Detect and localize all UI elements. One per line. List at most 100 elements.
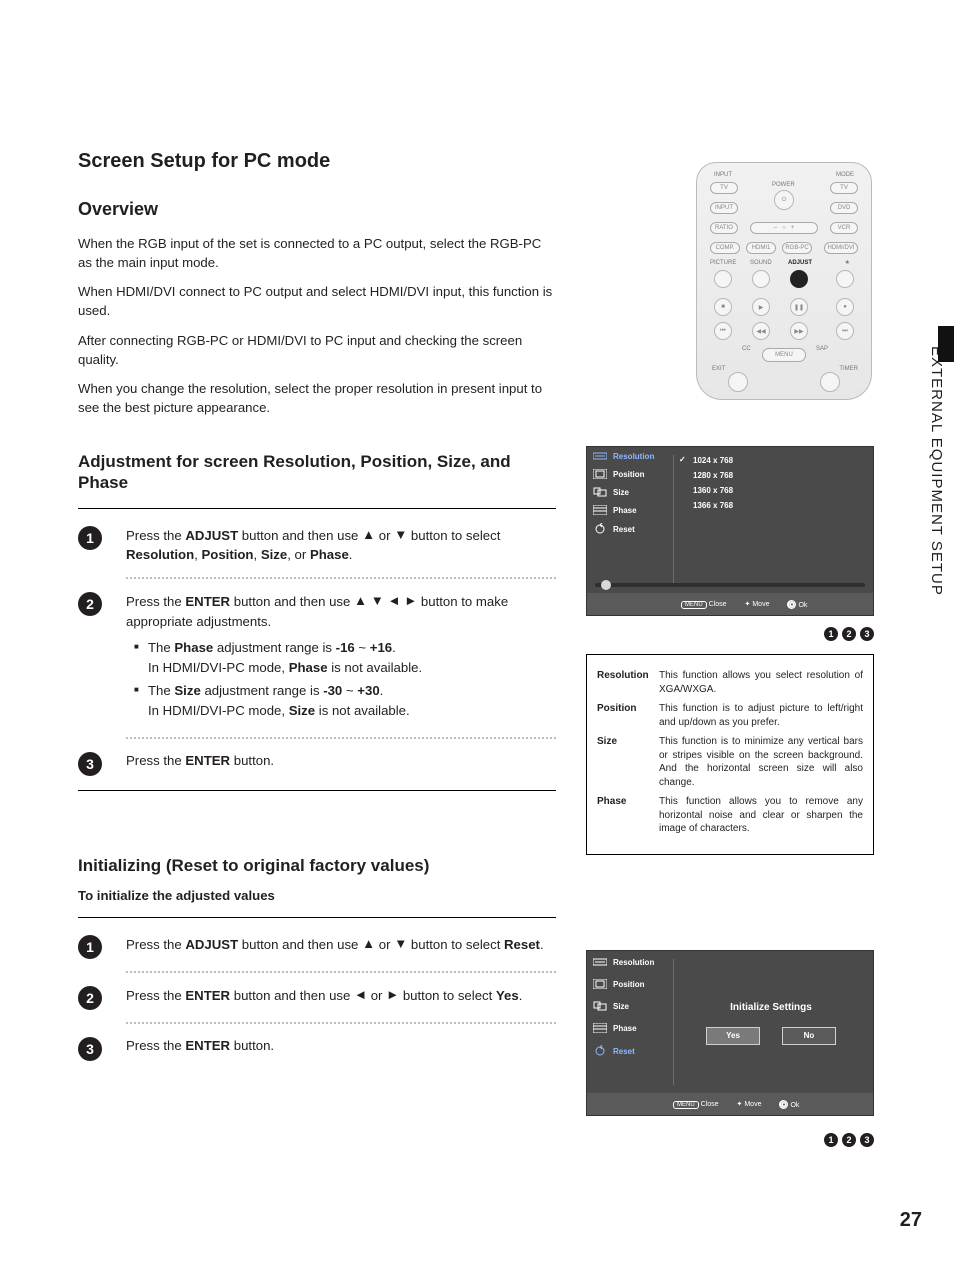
adjust-step-3-text: Press the ENTER button. xyxy=(126,751,556,776)
def-size-key: Size xyxy=(597,735,653,789)
remote-label-picture: PICTURE xyxy=(710,260,736,266)
up-triangle-icon: ▲ xyxy=(362,525,375,545)
remote-ratio-button: RATIO xyxy=(710,222,738,234)
remote-label-mode: MODE xyxy=(836,172,854,178)
adjust-step-2-text: Press the ENTER button and then use ▲ ▼ … xyxy=(126,591,556,725)
adjust-step-3: 3 Press the ENTER button. xyxy=(78,751,556,776)
step-marker-1: 1 xyxy=(78,526,102,550)
step-marker-3: 3 xyxy=(78,1037,102,1061)
osd2-nav-position: Position xyxy=(587,973,673,995)
overview-p4: When you change the resolution, select t… xyxy=(78,379,556,417)
init-step-1: 1 Press the ADJUST button and then use ▲… xyxy=(78,934,556,959)
remote-label-power: POWER xyxy=(772,182,795,188)
def-resolution-val: This function allows you select resoluti… xyxy=(659,669,863,696)
remote-label-star: ★ xyxy=(845,260,850,266)
page-number: 27 xyxy=(900,1209,922,1232)
osd-nav-reset: Reset xyxy=(587,519,673,539)
init-step-2-text: Press the ENTER button and then use ◄ or… xyxy=(126,985,556,1010)
step-ref-row-2: 123 xyxy=(586,1130,874,1148)
dotted-divider xyxy=(126,737,556,739)
osd-option-1360: 1360 x 768 xyxy=(679,483,863,498)
step-marker-2: 2 xyxy=(78,592,102,616)
remote-exit-button xyxy=(728,372,748,392)
up-triangle-icon: ▲ xyxy=(362,934,375,954)
osd2-no-button: No xyxy=(782,1027,836,1045)
left-triangle-icon: ◄ xyxy=(387,591,400,611)
remote-label-input: INPUT xyxy=(714,172,732,178)
remote-star-button xyxy=(836,270,854,288)
osd-nav-position: Position xyxy=(587,465,673,483)
down-triangle-icon: ▼ xyxy=(394,525,407,545)
remote-stop-button: ■ xyxy=(714,298,732,316)
remote-hdmi1-button: HDMI1 xyxy=(746,242,776,254)
osd2-nav-size: Size xyxy=(587,995,673,1017)
remote-label-cc: CC xyxy=(742,346,751,352)
remote-sound-button xyxy=(752,270,770,288)
remote-rec-button: ● xyxy=(836,298,854,316)
remote-vol-rocker: – ○ + xyxy=(750,222,818,234)
remote-dvd-button: DVD xyxy=(830,202,858,214)
osd2-footer: MENU Close ✦ Move ⦿Ok xyxy=(587,1093,873,1115)
overview-p1: When the RGB input of the set is connect… xyxy=(78,234,556,272)
step-marker-3: 3 xyxy=(78,752,102,776)
remote-play-button: ▶ xyxy=(752,298,770,316)
overview-p2: When HDMI/DVI connect to PC output and s… xyxy=(78,282,556,320)
def-resolution-key: Resolution xyxy=(597,669,653,696)
left-triangle-icon: ◄ xyxy=(354,985,367,1005)
def-position-key: Position xyxy=(597,702,653,729)
remote-label-exit: EXIT xyxy=(712,366,725,372)
osd-nav-phase: Phase xyxy=(587,501,673,519)
section-rule xyxy=(78,790,556,791)
thumb-index-mark xyxy=(938,326,954,362)
osd-option-1366: 1366 x 768 xyxy=(679,498,863,513)
right-triangle-icon: ► xyxy=(386,985,399,1005)
remote-rgbpc-button: RGB-PC xyxy=(782,242,812,254)
step-marker-2: 2 xyxy=(78,986,102,1010)
down-triangle-icon: ▼ xyxy=(394,934,407,954)
remote-menu-button: MENU xyxy=(762,348,806,362)
remote-prev-button: ⏮ xyxy=(714,322,732,340)
def-position-val: This function is to adjust picture to le… xyxy=(659,702,863,729)
remote-pause-button: ❚❚ xyxy=(790,298,808,316)
page-title: Screen Setup for PC mode xyxy=(78,150,556,173)
osd-nav-resolution: Resolution xyxy=(587,447,673,465)
up-triangle-icon: ▲ xyxy=(354,591,367,611)
remote-picture-button xyxy=(714,270,732,288)
adjust-heading: Adjustment for screen Resolution, Positi… xyxy=(78,451,556,494)
osd-option-1280: 1280 x 768 xyxy=(679,468,863,483)
remote-rew-button: ◀◀ xyxy=(752,322,770,340)
osd2-dialog-title: Initialize Settings xyxy=(730,1002,812,1013)
osd-resolution-screenshot: Resolution Position Size Phase Reset 102… xyxy=(586,446,874,616)
remote-label-timer: TIMER xyxy=(839,366,858,372)
remote-vcr-button: VCR xyxy=(830,222,858,234)
side-tab-label: EXTERNAL EQUIPMENT SETUP xyxy=(918,338,945,596)
init-step-1-text: Press the ADJUST button and then use ▲ o… xyxy=(126,934,556,959)
init-heading: Initializing (Reset to original factory … xyxy=(78,855,556,876)
osd-reset-screenshot: Resolution Position Size Phase Reset Ini… xyxy=(586,950,874,1116)
side-tab: EXTERNAL EQUIPMENT SETUP xyxy=(918,338,954,598)
init-step-3-text: Press the ENTER button. xyxy=(126,1036,556,1061)
init-step-3: 3 Press the ENTER button. xyxy=(78,1036,556,1061)
phase-range-note: The Phase adjustment range is -16 ~ +16.… xyxy=(134,638,556,678)
init-subhead: To initialize the adjusted values xyxy=(78,888,556,903)
size-range-note: The Size adjustment range is -30 ~ +30. … xyxy=(134,681,556,721)
osd2-yes-button: Yes xyxy=(706,1027,760,1045)
osd-slider xyxy=(595,583,865,587)
adjust-step-1-text: Press the ADJUST button and then use ▲ o… xyxy=(126,525,556,566)
remote-timer-button xyxy=(820,372,840,392)
remote-ff-button: ▶▶ xyxy=(790,322,808,340)
remote-comp-button: COMP. xyxy=(710,242,740,254)
init-step-2: 2 Press the ENTER button and then use ◄ … xyxy=(78,985,556,1010)
remote-power-button: ⏻ xyxy=(774,190,794,210)
remote-input-button: INPUT xyxy=(710,202,738,214)
step-marker-1: 1 xyxy=(78,935,102,959)
def-phase-key: Phase xyxy=(597,795,653,836)
remote-illustration: INPUT MODE POWER TV ⏻ TV INPUT DVD RATIO… xyxy=(696,162,872,400)
adjust-step-1: 1 Press the ADJUST button and then use ▲… xyxy=(78,525,556,566)
osd2-nav-resolution: Resolution xyxy=(587,951,673,973)
dotted-divider xyxy=(126,1022,556,1024)
remote-next-button: ⏭ xyxy=(836,322,854,340)
remote-label-sap: SAP xyxy=(816,346,828,352)
overview-p3: After connecting RGB-PC or HDMI/DVI to P… xyxy=(78,331,556,369)
remote-tv2-button: TV xyxy=(830,182,858,194)
